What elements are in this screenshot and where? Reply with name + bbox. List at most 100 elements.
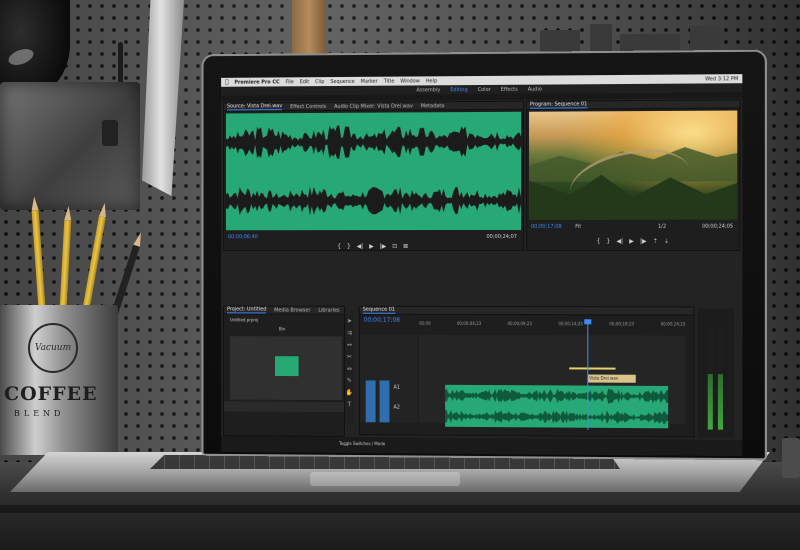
program-monitor-panel: Program: Sequence 01 00;00;17;08 Fit 1/2… (526, 99, 740, 251)
tab-program[interactable]: Program: Sequence 01 (530, 101, 587, 108)
ripple-edit-tool-icon[interactable]: ↔ (347, 342, 352, 349)
track-label-a1: A1 (393, 385, 400, 391)
ruler-tick: 00;00;14;23 (558, 321, 583, 329)
project-panel-tabs: Project: Untitled Media Browser Librarie… (224, 306, 344, 314)
extract-icon[interactable]: ⇣ (664, 237, 669, 244)
source-transport-controls: { } ◀| ▶ |▶ ⊡ ⊠ (224, 241, 523, 251)
program-mark-in-icon[interactable]: { (597, 237, 601, 244)
menu-help[interactable]: Help (426, 78, 437, 84)
program-panel-tabs: Program: Sequence 01 (527, 100, 739, 109)
tab-project[interactable]: Project: Untitled (227, 306, 266, 313)
type-tool-icon[interactable]: T (348, 401, 352, 408)
apple-icon[interactable]:  (225, 79, 229, 86)
coffee-tin-subword: BLEND (14, 409, 64, 418)
timeline-panel: Sequence 01 00;00;17;08 00;00 00;00;04;2… (359, 306, 695, 438)
step-back-icon[interactable]: ◀| (357, 243, 364, 250)
menu-marker[interactable]: Marker (361, 78, 378, 84)
menu-title[interactable]: Title (384, 78, 395, 84)
timeline-audio-clip[interactable] (445, 385, 668, 428)
menu-window[interactable]: Window (400, 78, 420, 84)
menu-edit[interactable]: Edit (300, 79, 310, 85)
hand-tool-icon[interactable]: ✋ (346, 389, 353, 396)
razor-tool-icon[interactable]: ✂ (347, 353, 352, 360)
tab-libraries[interactable]: Libraries (318, 307, 339, 313)
timeline-ruler[interactable]: 00;00 00;00;04;23 00;00;09;23 00;00;14;2… (419, 321, 685, 330)
ruler-tick: 00;00;24;23 (661, 321, 686, 329)
workspace-assembly[interactable]: Assembly (416, 87, 440, 93)
program-play-icon[interactable]: ▶ (629, 237, 634, 244)
overwrite-icon[interactable]: ⊠ (403, 243, 408, 250)
program-fit-dropdown[interactable]: Fit (575, 224, 581, 230)
ruler-tick: 00;00 (419, 321, 430, 329)
audio-clip-icon (275, 356, 299, 376)
play-icon[interactable]: ▶ (369, 243, 374, 250)
timeline-tabs: Sequence 01 (360, 307, 694, 316)
audio-meter-left (708, 329, 713, 430)
menu-sequence[interactable]: Sequence (330, 78, 354, 84)
phone-edge (782, 438, 800, 478)
tab-sequence[interactable]: Sequence 01 (363, 307, 395, 314)
project-clip-thumbnail[interactable] (230, 336, 342, 400)
audio-meters-panel (698, 308, 735, 437)
pegboard-hook (118, 42, 123, 86)
source-audio-waveform[interactable] (226, 112, 521, 230)
workspace-color[interactable]: Color (478, 86, 491, 92)
program-mark-out-icon[interactable]: } (606, 237, 610, 244)
metal-toolbox (0, 82, 140, 210)
menu-clip[interactable]: Clip (315, 79, 324, 85)
desk-edge (0, 505, 800, 513)
menubar-clock[interactable]: Wed 3:12 PM (705, 76, 738, 82)
track-target-a1[interactable] (366, 380, 376, 422)
pen-tool-icon[interactable]: ✎ (347, 377, 352, 384)
program-resolution-dropdown[interactable]: 1/2 (658, 224, 666, 230)
laptop-lid:  Premiere Pro CC File Edit Clip Sequenc… (202, 50, 767, 461)
insert-icon[interactable]: ⊡ (392, 243, 397, 250)
clip-name-label[interactable]: Vista Drei.wav (587, 375, 635, 383)
selection-tool-icon[interactable]: ➤ (347, 318, 352, 325)
clip-waveform-1 (445, 385, 668, 407)
menu-file[interactable]: File (286, 79, 294, 85)
coffee-tin-pencil-cup: Vacuum COFFEE BLEND (0, 305, 118, 455)
source-timecode-current[interactable]: 00;00;06;40 (228, 234, 258, 240)
waveform-channel-1 (226, 112, 521, 172)
app-menu-name[interactable]: Premiere Pro CC (234, 79, 279, 85)
project-list-row[interactable] (224, 401, 344, 412)
ruler-tick: 00;00;19;23 (609, 321, 634, 329)
shelf-items (540, 22, 740, 52)
program-step-forward-icon[interactable]: |▶ (640, 237, 647, 244)
ruler-tick: 00;00;09;23 (507, 321, 531, 329)
lift-icon[interactable]: ⇡ (653, 237, 658, 244)
mark-in-icon[interactable]: { (337, 243, 341, 250)
program-transport-controls: { } ◀| ▶ |▶ ⇡ ⇣ (527, 236, 739, 246)
track-target-a2[interactable] (380, 380, 390, 422)
tab-audio-clip-mixer[interactable]: Audio Clip Mixer: Vista Drei.wav (334, 103, 413, 109)
program-step-back-icon[interactable]: ◀| (616, 237, 623, 244)
timeline-playhead[interactable] (587, 319, 588, 429)
laptop-screen:  Premiere Pro CC File Edit Clip Sequenc… (221, 74, 742, 456)
program-video-frame[interactable] (529, 111, 737, 220)
mark-out-icon[interactable]: } (347, 243, 351, 250)
timeline-timecode[interactable]: 00;00;17;08 (364, 317, 400, 324)
track-label-a2: A2 (393, 404, 400, 410)
workspace-effects[interactable]: Effects (501, 86, 518, 92)
workspace-audio[interactable]: Audio (528, 86, 542, 92)
tab-metadata[interactable]: Metadata (421, 103, 445, 109)
coffee-tin-brand: Vacuum (35, 343, 71, 353)
clip-waveform-2 (445, 406, 668, 429)
tab-effect-controls[interactable]: Effect Controls (290, 103, 326, 109)
tab-source[interactable]: Source: Vista Drei.wav (227, 103, 282, 110)
audio-meter-right (718, 329, 723, 430)
coffee-tin-word: COFFEE (4, 383, 98, 405)
program-timecode-current[interactable]: 00;00;17;08 (531, 224, 562, 230)
tab-media-browser[interactable]: Media Browser (274, 307, 310, 313)
program-timecode-duration: 00;00;24;05 (702, 224, 733, 230)
project-file-name: Untitled.prproj (230, 317, 258, 322)
work-area-bar[interactable] (569, 367, 615, 369)
step-forward-icon[interactable]: |▶ (380, 243, 387, 250)
slip-tool-icon[interactable]: ⇔ (347, 365, 352, 372)
waveform-channel-2 (226, 171, 521, 230)
wooden-plank (292, 0, 326, 60)
workspace-editing[interactable]: Editing (450, 87, 467, 93)
track-select-tool-icon[interactable]: ⇉ (347, 330, 352, 337)
status-bar: Toggle Switches / Mode (221, 436, 742, 456)
